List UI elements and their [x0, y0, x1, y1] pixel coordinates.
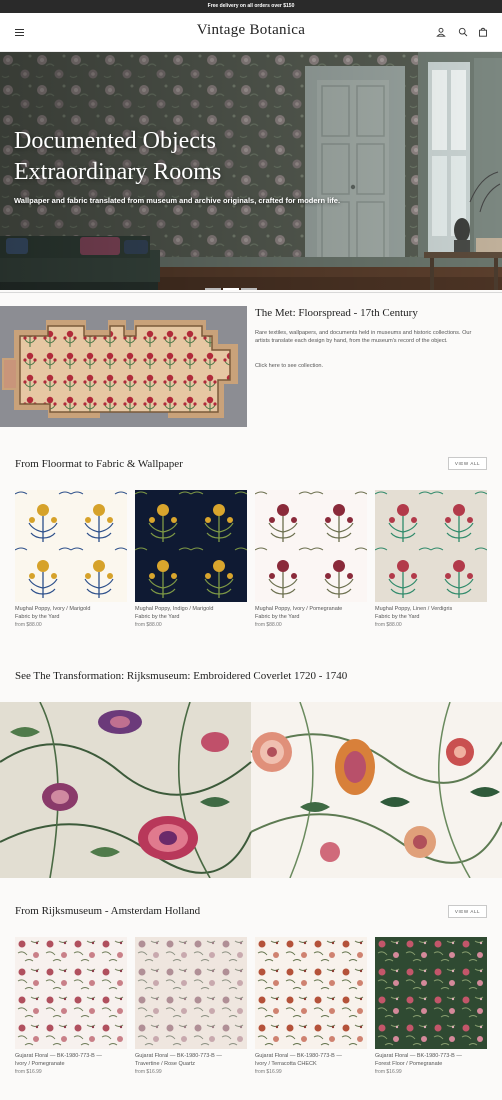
floorspread-image[interactable]: [0, 306, 247, 427]
announcement-bar: Free delivery on all orders over $150: [0, 0, 502, 13]
account-icon[interactable]: [436, 27, 446, 37]
product-name[interactable]: Mughal Poppy, Indigo / Marigold Fabric by…: [135, 606, 247, 621]
product-name[interactable]: Mughal Poppy, Ivory / Marigold Fabric by …: [15, 606, 127, 621]
section-title-rijksmuseum: From Rijksmuseum - Amsterdam Holland: [15, 905, 201, 917]
product-card[interactable]: Mughal Poppy, Ivory / Pomegranate Fabric …: [255, 490, 367, 628]
slide-dot[interactable]: [205, 288, 221, 290]
product-price: from $88.00: [255, 622, 282, 628]
site-logo[interactable]: Vintage Botanica: [0, 22, 502, 39]
met-feature-description: Rare textiles, wallpapers, and documents…: [255, 330, 472, 345]
site-header: Vintage Botanica: [0, 13, 502, 52]
section-title-floormat: From Floormat to Fabric & Wallpaper: [15, 458, 183, 470]
product-image[interactable]: [255, 490, 367, 602]
search-icon[interactable]: [458, 27, 468, 37]
product-image[interactable]: [375, 937, 487, 1049]
product-name[interactable]: Gujarat Floral — BK-1980-773-B — Ivory / …: [255, 1053, 367, 1068]
view-all-button[interactable]: VIEW ALL: [448, 905, 487, 918]
product-card[interactable]: Gujarat Floral — BK-1980-773-B — Ivory / …: [15, 937, 127, 1075]
see-collection-link[interactable]: Click here to see collection.: [255, 363, 323, 369]
hero-slide-indicator[interactable]: [205, 288, 257, 290]
product-price: from $16.99: [15, 1069, 42, 1075]
product-image[interactable]: [375, 490, 487, 602]
product-image[interactable]: [15, 937, 127, 1049]
slide-dot[interactable]: [241, 288, 257, 290]
hero-headline-line2: Extraordinary Rooms: [14, 159, 222, 185]
product-name[interactable]: Mughal Poppy, Ivory / Pomegranate Fabric …: [255, 606, 367, 621]
product-name[interactable]: Gujarat Floral — BK-1980-773-B — Traverti…: [135, 1053, 247, 1068]
product-name[interactable]: Gujarat Floral — BK-1980-773-B — Forest F…: [375, 1053, 487, 1068]
product-card[interactable]: Gujarat Floral — BK-1980-773-B — Forest F…: [375, 937, 487, 1075]
product-image[interactable]: [255, 937, 367, 1049]
product-card[interactable]: Gujarat Floral — BK-1980-773-B — Traverti…: [135, 937, 247, 1075]
hero-banner: Documented Objects Extraordinary Rooms W…: [0, 52, 502, 290]
transformation-comparison-image[interactable]: [0, 702, 502, 878]
product-price: from $16.99: [135, 1069, 162, 1075]
product-name[interactable]: Mughal Poppy, Linen / Verdigris Fabric by…: [375, 606, 487, 621]
section-title-transformation: See The Transformation: Rijksmuseum: Emb…: [15, 670, 348, 682]
slide-dot-active[interactable]: [223, 288, 239, 290]
cart-icon[interactable]: [478, 27, 488, 37]
product-card[interactable]: Mughal Poppy, Indigo / Marigold Fabric by…: [135, 490, 247, 628]
product-image[interactable]: [15, 490, 127, 602]
hero-subtitle: Wallpaper and fabric translated from mus…: [14, 196, 341, 205]
view-all-button[interactable]: VIEW ALL: [448, 457, 487, 470]
hero-headline-line1: Documented Objects: [14, 128, 216, 154]
product-price: from $16.99: [255, 1069, 282, 1075]
product-image[interactable]: [135, 490, 247, 602]
product-price: from $16.99: [375, 1069, 402, 1075]
product-price: from $88.00: [375, 622, 402, 628]
product-price: from $88.00: [15, 622, 42, 628]
product-image[interactable]: [135, 937, 247, 1049]
divider: [0, 292, 502, 293]
product-card[interactable]: Mughal Poppy, Linen / Verdigris Fabric by…: [375, 490, 487, 628]
product-name[interactable]: Gujarat Floral — BK-1980-773-B — Ivory / …: [15, 1053, 127, 1068]
product-card[interactable]: Gujarat Floral — BK-1980-773-B — Ivory / …: [255, 937, 367, 1075]
product-card[interactable]: Mughal Poppy, Ivory / Marigold Fabric by …: [15, 490, 127, 628]
product-price: from $88.00: [135, 622, 162, 628]
met-feature-title: The Met: Floorspread - 17th Century: [255, 307, 418, 319]
